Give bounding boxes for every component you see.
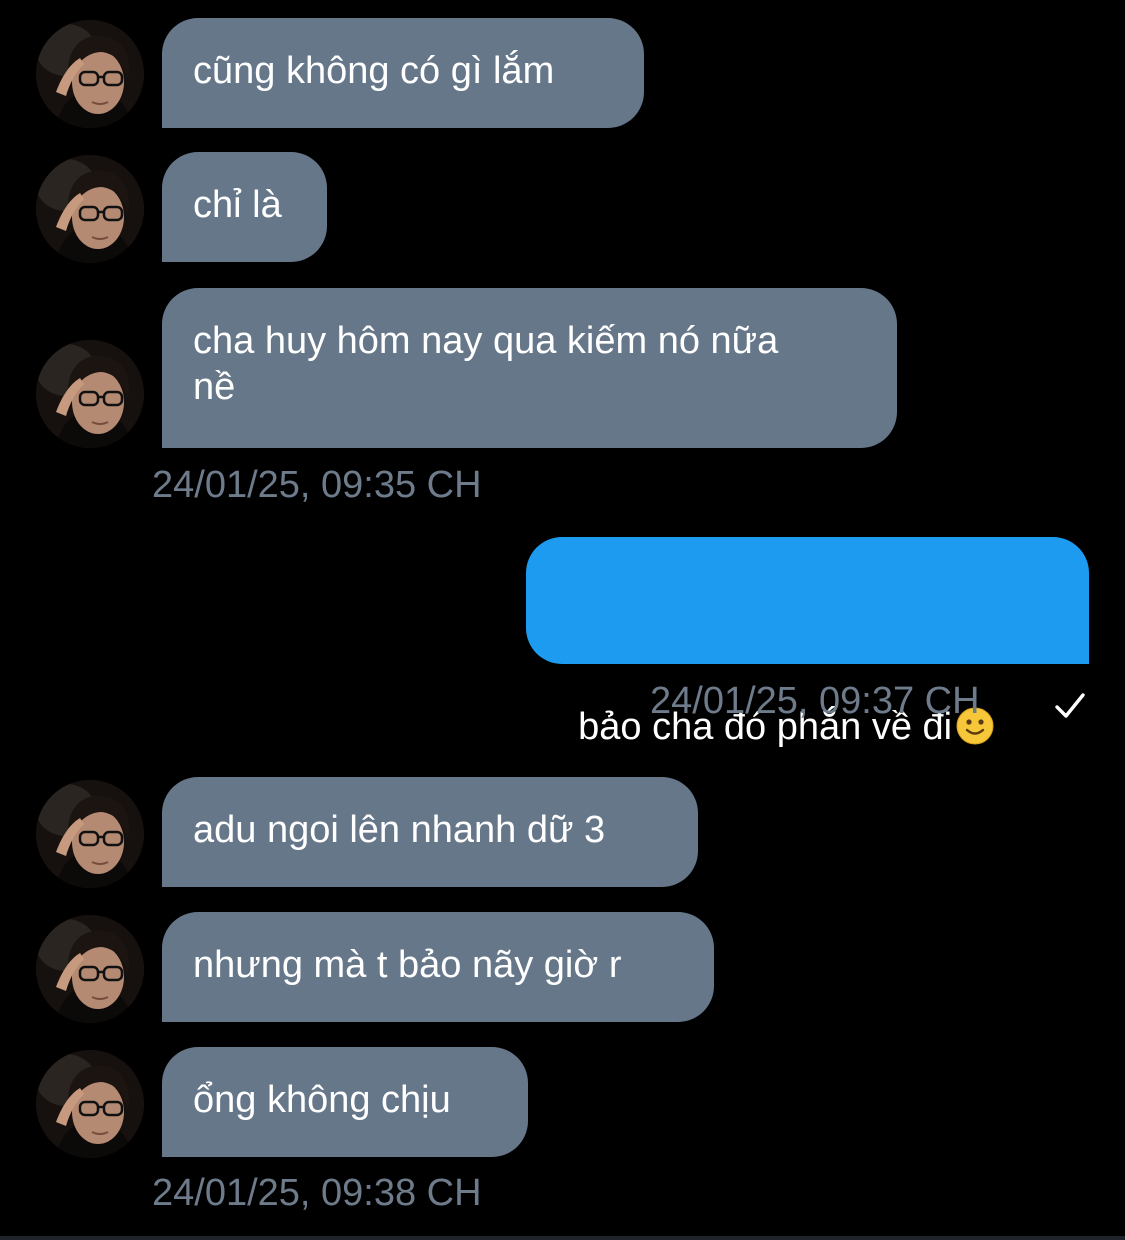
incoming-message-bubble[interactable]: adu ngoi lên nhanh dữ 3 xyxy=(162,777,698,887)
incoming-message-bubble[interactable]: cũng không có gì lắm xyxy=(162,18,644,128)
incoming-message-bubble[interactable]: chỉ là xyxy=(162,152,327,262)
message-timestamp: 24/01/25, 09:35 CH xyxy=(152,464,482,506)
sender-avatar[interactable] xyxy=(36,340,144,448)
incoming-message-bubble[interactable]: nhưng mà t bảo nãy giờ r xyxy=(162,912,714,1022)
incoming-message-bubble[interactable]: ổng không chịu xyxy=(162,1047,528,1157)
sender-avatar[interactable] xyxy=(36,1050,144,1158)
message-timestamp: 24/01/25, 09:38 CH xyxy=(152,1172,482,1214)
outgoing-message-bubble[interactable]: bảo cha đó phắn về đi xyxy=(526,537,1089,748)
sender-avatar[interactable] xyxy=(36,780,144,888)
sender-avatar[interactable] xyxy=(36,915,144,1023)
incoming-message-bubble[interactable]: cha huy hôm nay qua kiếm nó nữa nề xyxy=(162,288,897,448)
message-timestamp: 24/01/25, 09:37 CH xyxy=(650,680,980,722)
bottom-divider xyxy=(0,1236,1125,1240)
sender-avatar[interactable] xyxy=(36,155,144,263)
sender-avatar[interactable] xyxy=(36,20,144,128)
checkmark-icon xyxy=(1055,693,1085,718)
